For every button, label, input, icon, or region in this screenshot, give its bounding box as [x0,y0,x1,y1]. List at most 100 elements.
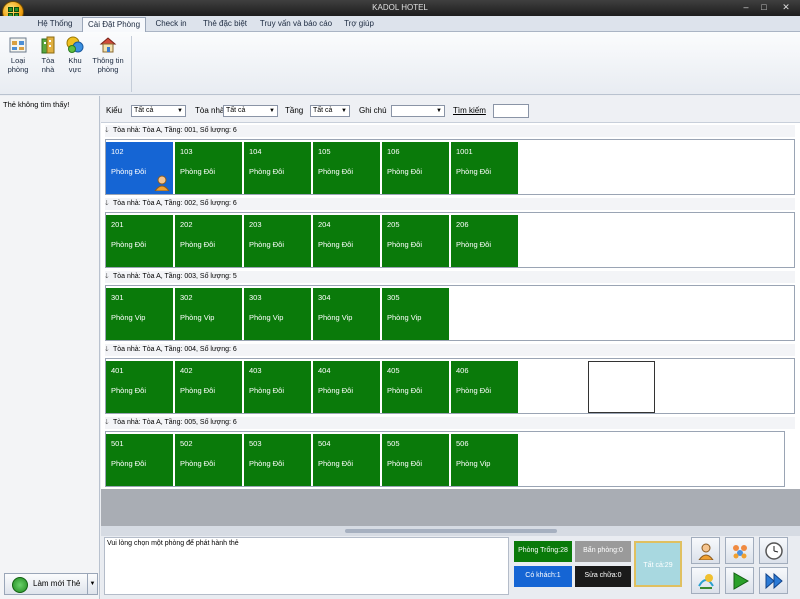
room-tile[interactable]: 204 Phòng Đôi [313,215,380,267]
room-type: Phòng Vip [249,313,284,322]
room-tile[interactable]: 404 Phòng Đôi [313,361,380,413]
floor-group-title: Tòa nhà: Tòa A, Tầng: 004, Số lượng: 6 [113,346,237,353]
room-type-button[interactable]: Loại phòng [4,35,32,74]
status-dirty-rooms[interactable]: Bẩn phòng:0 [575,541,631,562]
room-tile[interactable]: 104 Phòng Đôi [244,142,311,194]
room-number: 304 [318,293,331,302]
guest-button[interactable] [691,537,720,564]
floor-group-header[interactable]: 🡓 Tòa nhà: Tòa A, Tầng: 002, Số lượng: 6 [105,198,795,210]
room-type-label-2: phòng [7,65,29,74]
room-tile[interactable]: 302 Phòng Vip [175,288,242,340]
type-filter-value: Tất cả [134,107,154,114]
room-type: Phòng Đôi [249,386,285,395]
room-tile[interactable]: 106 Phòng Đôi [382,142,449,194]
floor-group-header[interactable]: 🡓 Tòa nhà: Tòa A, Tầng: 004, Số lượng: 6 [105,344,795,356]
room-tile[interactable]: 401 Phòng Đôi [106,361,173,413]
room-info-label-1: Thông tin [92,56,124,65]
room-number: 302 [180,293,193,302]
close-button[interactable]: ✕ [776,1,796,13]
splitter-grip[interactable] [345,529,557,533]
tab-truy-van-bao-cao[interactable]: Truy vấn và báo cáo [256,17,336,32]
room-tile[interactable]: 505 Phòng Đôi [382,434,449,486]
room-tile[interactable]: 506 Phòng Vip [451,434,518,486]
maximize-button[interactable]: □ [757,1,771,13]
room-tile[interactable]: 201 Phòng Đôi [106,215,173,267]
room-tile[interactable]: 205 Phòng Đôi [382,215,449,267]
room-tile[interactable]: 405 Phòng Đôi [382,361,449,413]
room-number: 405 [387,366,400,375]
play-button[interactable] [725,567,754,594]
room-tile[interactable]: 102 Phòng Đôi [106,142,173,194]
room-tile[interactable]: 503 Phòng Đôi [244,434,311,486]
room-tile[interactable]: 206 Phòng Đôi [451,215,518,267]
play-icon [733,572,749,590]
tab-the-dac-biet[interactable]: Thẻ đặc biệt [196,17,254,32]
search-input[interactable] [493,104,529,118]
room-tile[interactable]: 303 Phòng Vip [244,288,311,340]
room-tile[interactable]: 402 Phòng Đôi [175,361,242,413]
room-type: Phòng Đôi [456,240,492,249]
floor-group-header[interactable]: 🡓 Tòa nhà: Tòa A, Tầng: 005, Số lượng: 6 [105,417,795,429]
room-tile[interactable]: 406 Phòng Đôi [451,361,518,413]
room-tile[interactable]: 403 Phòng Đôi [244,361,311,413]
panel-splitter[interactable] [101,526,800,536]
clock-button[interactable] [759,537,788,564]
room-type: Phòng Đôi [180,167,216,176]
status-occupied-rooms[interactable]: Có khách:1 [514,566,572,587]
room-tile[interactable]: 305 Phòng Vip [382,288,449,340]
floor-filter-select[interactable]: Tất cả ▼ [310,105,350,117]
minimize-button[interactable]: – [739,1,753,13]
room-number: 505 [387,439,400,448]
room-tile[interactable]: 105 Phòng Đôi [313,142,380,194]
room-tile[interactable]: 501 Phòng Đôi [106,434,173,486]
note-filter-label: Ghi chú [359,106,387,115]
tab-tro-giup[interactable]: Trợ giúp [338,17,380,32]
building-filter-label: Tòa nhà [195,106,225,115]
tab-cai-dat-phong[interactable]: Cài Đặt Phòng [82,17,146,33]
message-area: Vui lòng chọn một phòng để phát hành thẻ [104,537,509,595]
floor-group-header[interactable]: 🡓 Tòa nhà: Tòa A, Tầng: 001, Số lượng: 6 [105,125,795,137]
room-tile[interactable]: 502 Phòng Đôi [175,434,242,486]
room-type-label-1: Loại [10,56,26,65]
floor-group-rooms: 201 Phòng Đôi 202 Phòng Đôi 203 Phòng Đôi 2… [105,212,795,268]
room-tile[interactable]: 304 Phòng Vip [313,288,380,340]
room-number: 103 [180,147,193,156]
checkout-button[interactable] [691,567,720,594]
room-number: 402 [180,366,193,375]
floor-group-header[interactable]: 🡓 Tòa nhà: Tòa A, Tầng: 003, Số lượng: 5 [105,271,795,283]
group-guests-button[interactable] [725,537,754,564]
collapse-arrow-icon: 🡓 [105,346,109,353]
building-button[interactable]: Tòa nhà [34,35,62,74]
room-type: Phòng Đôi [111,459,147,468]
note-filter-select[interactable]: ▼ [391,105,445,117]
room-tile[interactable]: 504 Phòng Đôi [313,434,380,486]
room-tile[interactable]: 1001 Phòng Đôi [451,142,518,194]
status-empty-rooms[interactable]: Phòng Trống:28 [514,541,572,562]
tab-he-thong[interactable]: Hệ Thống [28,17,82,32]
bottom-panel: Vui lòng chọn một phòng để phát hành thẻ… [101,536,800,599]
floor-filter-value: Tất cả [313,107,333,114]
area-button[interactable]: Khu vực [61,35,89,74]
room-tile[interactable]: 202 Phòng Đôi [175,215,242,267]
room-info-button[interactable]: Thông tin phòng [89,35,127,74]
type-filter-select[interactable]: Tất cả ▼ [131,105,186,117]
fast-forward-icon [765,572,783,590]
room-number: 106 [387,147,400,156]
room-number: 206 [456,220,469,229]
room-tile[interactable]: 203 Phòng Đôi [244,215,311,267]
status-repair-rooms[interactable]: Sửa chữa:0 [575,566,631,587]
status-all-rooms[interactable]: Tất cả:29 [634,541,682,587]
room-tile[interactable]: 103 Phòng Đôi [175,142,242,194]
empty-room-slot[interactable] [588,361,655,413]
tab-check-in[interactable]: Check in [148,17,194,32]
fast-forward-button[interactable] [759,567,788,594]
room-number: 105 [318,147,331,156]
building-filter-select[interactable]: Tất cả ▼ [223,105,278,117]
room-number: 506 [456,439,469,448]
refresh-dropdown-arrow[interactable]: ▼ [87,574,97,594]
room-type: Phòng Vip [387,313,422,322]
building-label-2: nhà [41,65,55,74]
room-tile[interactable]: 301 Phòng Vip [106,288,173,340]
room-type: Phòng Đôi [318,167,354,176]
refresh-card-button[interactable]: Làm mới Thẻ ▼ [4,573,98,595]
